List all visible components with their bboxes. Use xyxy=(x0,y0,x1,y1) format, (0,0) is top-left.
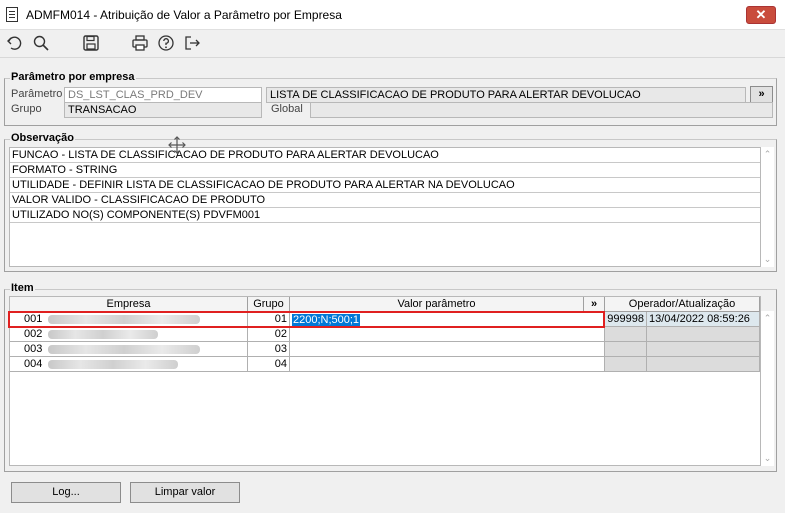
atualizacao-cell xyxy=(647,357,760,372)
atualizacao-cell xyxy=(647,342,760,357)
title-bar: ADMFM014 - Atribuição de Valor a Parâmet… xyxy=(0,0,785,30)
redacted-name xyxy=(48,345,200,354)
grupo-cell[interactable]: 03 xyxy=(248,342,290,357)
observacao-line: FORMATO - STRING xyxy=(10,163,760,178)
empresa-code: 003 xyxy=(24,343,43,355)
help-icon[interactable] xyxy=(157,34,177,54)
operador-cell xyxy=(605,357,647,372)
scroll-down-icon[interactable]: ⌄ xyxy=(761,453,774,464)
observacao-list[interactable]: FUNCAO - LISTA DE CLASSIFICACAO DE PRODU… xyxy=(9,147,761,267)
header-operador[interactable]: Operador/Atualização xyxy=(605,297,760,312)
param-legend: Parâmetro por empresa xyxy=(10,71,136,83)
search-icon[interactable] xyxy=(32,34,52,54)
parametro-description: LISTA DE CLASSIFICACAO DE PRODUTO PARA A… xyxy=(266,87,746,103)
grupo-cell[interactable]: 02 xyxy=(248,327,290,342)
header-empresa[interactable]: Empresa xyxy=(10,297,248,312)
observacao-line: UTILIDADE - DEFINIR LISTA DE CLASSIFICAC… xyxy=(10,178,760,193)
redacted-name xyxy=(48,360,178,369)
observacao-line: FUNCAO - LISTA DE CLASSIFICACAO DE PRODU… xyxy=(10,148,760,163)
operador-cell xyxy=(605,342,647,357)
undo-icon[interactable] xyxy=(6,34,26,54)
valor-cell[interactable] xyxy=(290,357,605,372)
observacao-scrollbar[interactable]: ⌃ ⌄ xyxy=(761,147,774,267)
valor-expand-button[interactable]: » xyxy=(584,297,605,312)
scroll-up-icon[interactable]: ⌃ xyxy=(761,313,774,324)
atualizacao-cell: 13/04/2022 08:59:26 xyxy=(647,312,760,327)
save-icon[interactable] xyxy=(82,34,102,54)
observacao-legend: Observação xyxy=(10,132,75,144)
item-scrollbar[interactable]: ⌃ ⌄ xyxy=(761,311,774,466)
grupo-field: TRANSACAO xyxy=(64,102,262,118)
table-row[interactable]: 002 02 xyxy=(10,327,763,342)
atualizacao-cell xyxy=(647,327,760,342)
move-cursor-icon xyxy=(168,136,186,154)
global-label: Global xyxy=(271,103,303,115)
document-icon xyxy=(6,7,18,22)
close-button[interactable]: ✕ xyxy=(746,6,776,24)
operador-cell xyxy=(605,327,647,342)
observacao-line: UTILIZADO NO(S) COMPONENTE(S) PDVFM001 xyxy=(10,208,760,223)
operador-cell: 999998 xyxy=(605,312,647,327)
table-row[interactable]: 004 04 xyxy=(10,357,763,372)
parametro-label: Parâmetro xyxy=(11,88,63,100)
empresa-cell[interactable]: 004 xyxy=(10,357,248,372)
parametro-field[interactable]: DS_LST_CLAS_PRD_DEV xyxy=(64,87,262,103)
parametro-expand-button[interactable]: » xyxy=(750,86,773,103)
header-valor[interactable]: Valor parâmetro xyxy=(290,297,584,312)
print-icon[interactable] xyxy=(131,34,151,54)
toolbar xyxy=(0,30,785,58)
item-legend: Item xyxy=(10,282,35,294)
redacted-name xyxy=(48,330,158,339)
empresa-code: 004 xyxy=(24,358,43,370)
table-row[interactable]: 003 03 xyxy=(10,342,763,357)
scroll-down-icon[interactable]: ⌄ xyxy=(761,254,774,265)
highlight-box xyxy=(8,311,605,328)
grupo-cell[interactable]: 04 xyxy=(248,357,290,372)
global-field xyxy=(310,102,773,118)
grupo-label: Grupo xyxy=(11,103,42,115)
valor-cell[interactable] xyxy=(290,327,605,342)
limpar-valor-button[interactable]: Limpar valor xyxy=(130,482,240,503)
valor-cell[interactable] xyxy=(290,342,605,357)
header-grupo[interactable]: Grupo xyxy=(248,297,290,312)
observacao-line: VALOR VALIDO - CLASSIFICACAO DE PRODUTO xyxy=(10,193,760,208)
window-title: ADMFM014 - Atribuição de Valor a Parâmet… xyxy=(26,8,342,22)
empresa-code: 002 xyxy=(24,328,43,340)
log-button[interactable]: Log... xyxy=(11,482,121,503)
empresa-cell[interactable]: 003 xyxy=(10,342,248,357)
empresa-cell[interactable]: 002 xyxy=(10,327,248,342)
scroll-up-icon[interactable]: ⌃ xyxy=(761,149,774,160)
exit-icon[interactable] xyxy=(183,34,203,54)
